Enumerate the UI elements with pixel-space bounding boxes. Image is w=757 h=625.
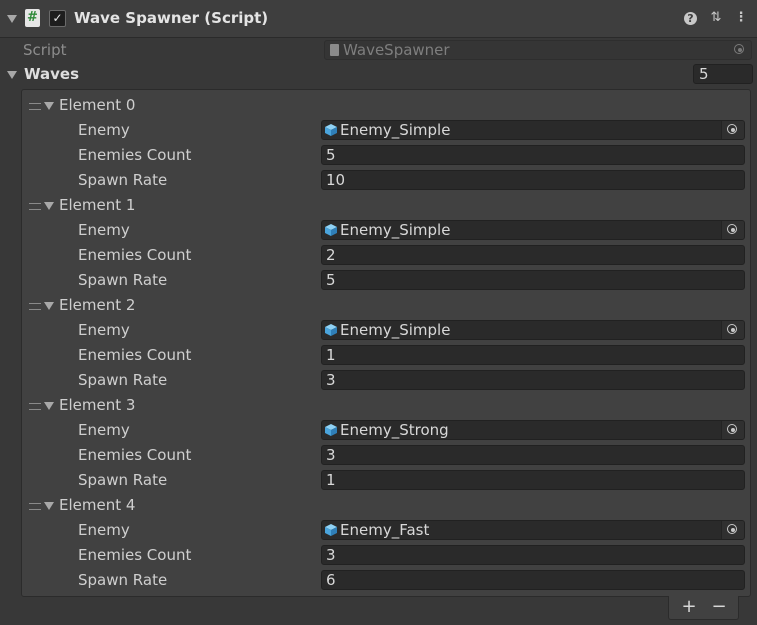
object-picker-icon[interactable] (721, 421, 744, 439)
enemies-count-field[interactable]: 2 (321, 245, 745, 265)
element-label[interactable]: Element 0 (59, 96, 135, 114)
enemy-object-field[interactable]: Enemy_Fast (321, 520, 745, 540)
enemies-count-field[interactable]: 5 (321, 145, 745, 165)
foldout-arrow-icon[interactable] (7, 15, 17, 23)
script-label: Script (23, 41, 67, 59)
spawn-rate-label: Spawn Rate (78, 371, 168, 389)
object-picker-icon[interactable] (721, 121, 744, 139)
element-label[interactable]: Element 3 (59, 396, 135, 414)
enemies-count-label: Enemies Count (78, 446, 192, 464)
enemy-object-field[interactable]: Enemy_Simple (321, 120, 745, 140)
element-foldout-icon[interactable] (44, 302, 54, 310)
enemy-object-field[interactable]: Enemy_Simple (321, 220, 745, 240)
remove-element-button[interactable]: − (704, 596, 734, 618)
object-picker-icon (729, 41, 751, 59)
script-hash-icon: # (25, 9, 40, 27)
spawn-rate-field[interactable]: 1 (321, 470, 745, 490)
waves-foldout-icon[interactable] (7, 71, 17, 79)
drag-handle-icon[interactable] (29, 503, 41, 510)
spawn-rate-label: Spawn Rate (78, 271, 168, 289)
element-label[interactable]: Element 1 (59, 196, 135, 214)
spawn-rate-field[interactable]: 5 (321, 270, 745, 290)
list-footer: + − (668, 596, 739, 620)
enemies-count-field[interactable]: 1 (321, 345, 745, 365)
enemies-count-label: Enemies Count (78, 546, 192, 564)
script-field: WaveSpawner (324, 40, 752, 60)
enemy-label: Enemy (78, 121, 130, 139)
enemies-count-label: Enemies Count (78, 246, 192, 264)
waves-label: Waves (24, 65, 80, 83)
enemy-object-field[interactable]: Enemy_Strong (321, 420, 745, 440)
kebab-menu-icon[interactable]: ⋮ (733, 10, 749, 26)
drag-handle-icon[interactable] (29, 403, 41, 410)
enemy-value: Enemy_Simple (340, 321, 451, 339)
component-title: Wave Spawner (Script) (74, 9, 269, 27)
prefab-cube-icon (325, 324, 337, 336)
drag-handle-icon[interactable] (29, 303, 41, 310)
drag-handle-icon[interactable] (29, 203, 41, 210)
prefab-cube-icon (325, 124, 337, 136)
component-enabled-checkbox[interactable]: ✓ (49, 10, 66, 27)
object-picker-icon[interactable] (721, 221, 744, 239)
enemy-label: Enemy (78, 521, 130, 539)
enemy-value: Enemy_Simple (340, 221, 451, 239)
spawn-rate-field[interactable]: 3 (321, 370, 745, 390)
enemies-count-label: Enemies Count (78, 346, 192, 364)
spawn-rate-field[interactable]: 6 (321, 570, 745, 590)
element-label[interactable]: Element 2 (59, 296, 135, 314)
enemy-value: Enemy_Fast (340, 521, 430, 539)
enemy-label: Enemy (78, 421, 130, 439)
drag-handle-icon[interactable] (29, 103, 41, 110)
prefab-cube-icon (325, 424, 337, 436)
enemy-value: Enemy_Simple (340, 121, 451, 139)
element-label[interactable]: Element 4 (59, 496, 135, 514)
enemies-count-field[interactable]: 3 (321, 445, 745, 465)
element-foldout-icon[interactable] (44, 202, 54, 210)
enemies-count-field[interactable]: 3 (321, 545, 745, 565)
element-foldout-icon[interactable] (44, 502, 54, 510)
enemy-label: Enemy (78, 221, 130, 239)
prefab-cube-icon (325, 524, 337, 536)
spawn-rate-label: Spawn Rate (78, 471, 168, 489)
spawn-rate-label: Spawn Rate (78, 171, 168, 189)
element-foldout-icon[interactable] (44, 102, 54, 110)
script-value: WaveSpawner (343, 41, 450, 59)
enemy-object-field[interactable]: Enemy_Simple (321, 320, 745, 340)
prefab-cube-icon (325, 224, 337, 236)
add-element-button[interactable]: + (674, 596, 704, 618)
presets-icon[interactable]: ⇅ (708, 10, 724, 26)
enemies-count-label: Enemies Count (78, 146, 192, 164)
script-file-icon (330, 44, 339, 56)
spawn-rate-field[interactable]: 10 (321, 170, 745, 190)
waves-size-field[interactable]: 5 (693, 64, 753, 84)
enemy-label: Enemy (78, 321, 130, 339)
object-picker-icon[interactable] (721, 521, 744, 539)
help-icon[interactable]: ? (684, 12, 697, 25)
object-picker-icon[interactable] (721, 321, 744, 339)
element-foldout-icon[interactable] (44, 402, 54, 410)
enemy-value: Enemy_Strong (340, 421, 449, 439)
spawn-rate-label: Spawn Rate (78, 571, 168, 589)
